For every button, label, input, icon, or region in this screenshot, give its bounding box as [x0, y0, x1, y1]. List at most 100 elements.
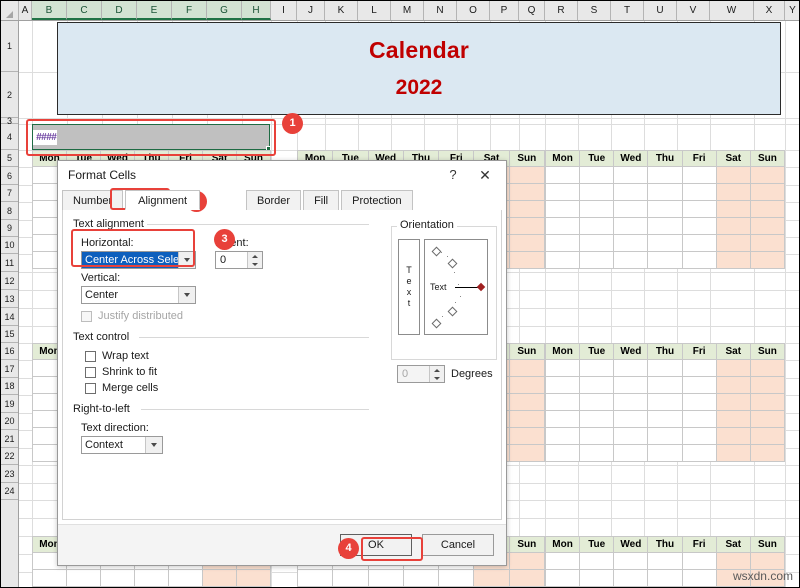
calendar-day-cell[interactable] — [716, 360, 750, 377]
calendar-day-cell[interactable] — [648, 411, 682, 428]
calendar-day-cell[interactable] — [716, 201, 750, 218]
row-header-22[interactable]: 22 — [1, 448, 18, 465]
calendar-day-cell[interactable] — [648, 360, 682, 377]
row-header-9[interactable]: 9 — [1, 220, 18, 237]
calendar-day-cell[interactable] — [614, 167, 648, 184]
calendar-day-cell[interactable] — [546, 235, 580, 252]
row-header-1[interactable]: 1 — [1, 21, 18, 72]
calendar-day-cell[interactable] — [546, 394, 580, 411]
calendar-day-cell[interactable] — [614, 445, 648, 462]
calendar-day-cell[interactable] — [403, 570, 438, 587]
calendar-day-cell[interactable] — [546, 167, 580, 184]
calendar-day-cell[interactable] — [509, 218, 544, 235]
calendar-day-cell[interactable] — [682, 411, 716, 428]
calendar-day-cell[interactable] — [682, 252, 716, 269]
calendar-day-cell[interactable] — [580, 553, 614, 570]
calendar-day-cell[interactable] — [546, 360, 580, 377]
calendar-day-cell[interactable] — [509, 445, 544, 462]
column-header-u[interactable]: U — [644, 1, 677, 20]
calendar-day-cell[interactable] — [101, 570, 135, 587]
row-header-11[interactable]: 11 — [1, 254, 18, 272]
calendar-day-cell[interactable] — [509, 377, 544, 394]
calendar-day-cell[interactable] — [716, 411, 750, 428]
calendar-day-cell[interactable] — [682, 360, 716, 377]
calendar-day-cell[interactable] — [614, 570, 648, 587]
tab-number[interactable]: Number — [62, 190, 123, 210]
column-header-f[interactable]: F — [172, 1, 207, 20]
column-header-j[interactable]: J — [297, 1, 325, 20]
row-header-14[interactable]: 14 — [1, 308, 18, 326]
calendar-day-cell[interactable] — [750, 445, 784, 462]
calendar-day-cell[interactable] — [580, 411, 614, 428]
checkbox-icon[interactable] — [85, 351, 96, 362]
calendar-day-cell[interactable] — [648, 167, 682, 184]
column-header-d[interactable]: D — [102, 1, 137, 20]
calendar-day-cell[interactable] — [580, 428, 614, 445]
calendar-day-cell[interactable] — [648, 445, 682, 462]
orientation-tick-marker[interactable] — [448, 259, 458, 269]
row-header-7[interactable]: 7 — [1, 185, 18, 202]
calendar-day-cell[interactable] — [546, 377, 580, 394]
calendar-day-cell[interactable] — [580, 184, 614, 201]
close-icon[interactable]: ✕ — [474, 165, 496, 185]
calendar-day-cell[interactable] — [580, 377, 614, 394]
calendar-day-cell[interactable] — [67, 570, 101, 587]
row-header-20[interactable]: 20 — [1, 413, 18, 430]
calendar-day-cell[interactable] — [614, 377, 648, 394]
calendar-day-cell[interactable] — [33, 570, 67, 587]
calendar-day-cell[interactable] — [298, 570, 333, 587]
indent-spin-buttons[interactable] — [247, 252, 262, 268]
row-header-18[interactable]: 18 — [1, 378, 18, 395]
calendar-day-cell[interactable] — [750, 184, 784, 201]
row-header-17[interactable]: 17 — [1, 360, 18, 378]
month-calendar[interactable]: MonTueWedThuFriSatSun — [545, 150, 785, 269]
calendar-day-cell[interactable] — [750, 411, 784, 428]
calendar-day-cell[interactable] — [716, 394, 750, 411]
calendar-day-cell[interactable] — [682, 235, 716, 252]
calendar-day-cell[interactable] — [716, 553, 750, 570]
calendar-day-cell[interactable] — [648, 553, 682, 570]
calendar-day-cell[interactable] — [682, 218, 716, 235]
calendar-day-cell[interactable] — [169, 570, 203, 587]
calendar-day-cell[interactable] — [546, 411, 580, 428]
chevron-down-icon[interactable] — [178, 287, 195, 303]
calendar-day-cell[interactable] — [750, 377, 784, 394]
month-calendar[interactable]: MonTueWedThuFriSatSun — [545, 343, 785, 462]
indent-stepper[interactable]: 0 — [215, 251, 263, 269]
calendar-day-cell[interactable] — [750, 394, 784, 411]
calendar-day-cell[interactable] — [750, 428, 784, 445]
calendar-day-cell[interactable] — [682, 377, 716, 394]
calendar-day-cell[interactable] — [682, 428, 716, 445]
row-header-19[interactable]: 19 — [1, 395, 18, 413]
column-header-t[interactable]: T — [611, 1, 644, 20]
shrink-to-fit-checkbox[interactable]: Shrink to fit — [85, 366, 157, 378]
column-header-x[interactable]: X — [754, 1, 785, 20]
column-header-o[interactable]: O — [457, 1, 490, 20]
calendar-day-cell[interactable] — [750, 235, 784, 252]
calendar-day-cell[interactable] — [750, 167, 784, 184]
column-header-p[interactable]: P — [490, 1, 519, 20]
orientation-tick-marker[interactable] — [448, 307, 458, 317]
column-header-g[interactable]: G — [207, 1, 242, 20]
calendar-day-cell[interactable] — [509, 411, 544, 428]
row-header-16[interactable]: 16 — [1, 343, 18, 360]
calendar-day-cell[interactable] — [509, 428, 544, 445]
calendar-day-cell[interactable] — [716, 445, 750, 462]
calendar-day-cell[interactable] — [716, 428, 750, 445]
row-header-5[interactable]: 5 — [1, 150, 18, 167]
calendar-day-cell[interactable] — [614, 235, 648, 252]
column-header-a[interactable]: A — [19, 1, 32, 20]
calendar-day-cell[interactable] — [580, 167, 614, 184]
column-header-s[interactable]: S — [578, 1, 611, 20]
calendar-day-cell[interactable] — [509, 394, 544, 411]
tab-protection[interactable]: Protection — [341, 190, 413, 210]
help-icon[interactable]: ? — [442, 165, 464, 185]
orientation-handle[interactable] — [477, 283, 485, 291]
select-all-corner[interactable] — [1, 1, 19, 20]
checkbox-icon[interactable] — [85, 383, 96, 394]
vertical-text-option[interactable]: Text — [398, 239, 420, 335]
calendar-day-cell[interactable] — [648, 428, 682, 445]
calendar-day-cell[interactable] — [648, 184, 682, 201]
calendar-day-cell[interactable] — [580, 570, 614, 587]
column-header-w[interactable]: W — [710, 1, 754, 20]
